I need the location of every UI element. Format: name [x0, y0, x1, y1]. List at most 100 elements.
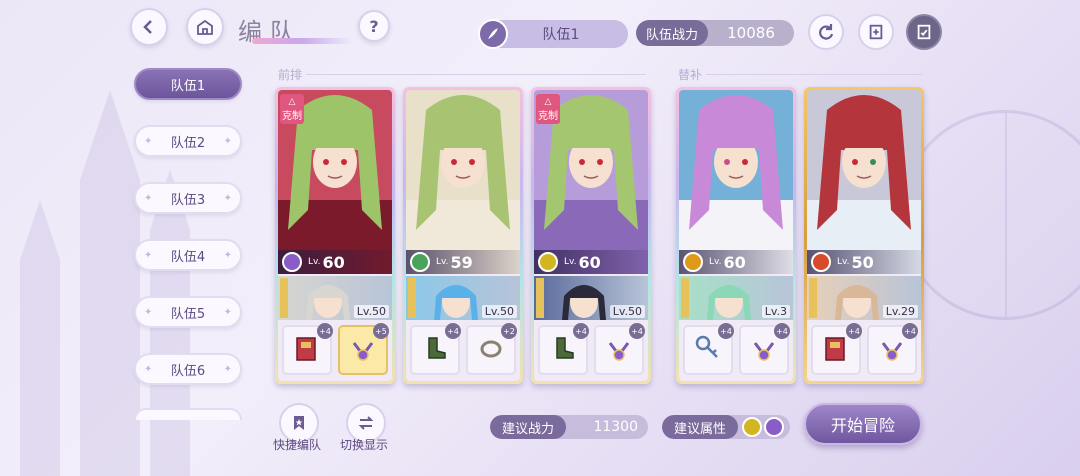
equipment-row: +4 +2 [410, 323, 517, 375]
boot-icon [420, 333, 450, 367]
sparkle-icon: ✦ [223, 192, 232, 204]
sparkle-icon: ✦ [223, 249, 232, 261]
sparkle-icon: ✦ [144, 306, 153, 318]
counter-tag: △ 克制 [536, 94, 560, 124]
tab-team-5[interactable]: ✦ 队伍5 ✦ [134, 296, 242, 328]
tab-team-4[interactable]: ✦ 队伍4 ✦ [134, 239, 242, 271]
enhance-badge: +4 [846, 323, 862, 339]
card-body: Lv. 50 Lv.29 +4 +4 [807, 90, 921, 381]
character-level: 60 [723, 252, 746, 272]
back-button[interactable] [130, 8, 168, 46]
add-team-button[interactable] [858, 14, 894, 50]
team-power-label: 队伍战力 [636, 20, 709, 46]
support-row-label: 替补 [678, 68, 703, 82]
enhance-badge: +5 [373, 323, 389, 339]
level-row: Lv. 59 [406, 250, 520, 274]
character-card[interactable]: △ 克制 Lv. 60 Lv.50 +4 [275, 87, 395, 384]
companion-level: Lv.3 [761, 305, 790, 318]
enhance-badge: +2 [501, 323, 517, 339]
enhance-badge: +4 [774, 323, 790, 339]
level-row: Lv. 60 [278, 250, 392, 274]
team-power-value: 10086 [727, 24, 775, 42]
companion-level: Lv.50 [353, 305, 389, 318]
equipment-slot-1[interactable]: +4 [683, 323, 734, 375]
back-icon [143, 20, 152, 34]
help-button[interactable]: ? [358, 10, 390, 42]
home-button[interactable] [186, 8, 224, 46]
equipment-slot-2[interactable]: +4 [594, 323, 645, 375]
triangle-icon: △ [544, 97, 552, 107]
triangle-icon: △ [288, 97, 296, 107]
level-prefix: Lv. [837, 257, 850, 267]
dark-element-icon [764, 417, 785, 437]
sparkle-icon: ✦ [223, 135, 232, 147]
front-row-divider [306, 74, 646, 75]
equipment-slot-2[interactable]: +5 [338, 323, 389, 375]
character-level: 60 [322, 252, 345, 272]
support-companion[interactable]: Lv.3 [679, 276, 793, 320]
team-power: 队伍战力 10086 [636, 20, 794, 46]
amulet-icon [348, 333, 378, 367]
start-adventure-button[interactable]: 开始冒险 [804, 403, 922, 445]
support-companion[interactable]: Lv.50 [406, 276, 520, 320]
equipment-slot-1[interactable]: +4 [538, 323, 589, 375]
current-team-selector[interactable]: 队伍1 [478, 19, 628, 49]
suggested-power-label: 建议战力 [490, 415, 567, 439]
sparkle-icon: ✦ [223, 306, 232, 318]
tab-label: 队伍4 [170, 249, 206, 265]
equipment-slot-2[interactable]: +4 [739, 323, 790, 375]
character-card[interactable]: Lv. 50 Lv.29 +4 +4 [804, 87, 924, 384]
sparkle-icon: ✦ [144, 135, 153, 147]
tab-label: 队伍2 [170, 135, 206, 151]
tab-label: 队伍1 [170, 78, 206, 94]
equipment-row: +4 +5 [282, 323, 389, 375]
equipment-slot-2[interactable]: +2 [466, 323, 517, 375]
swap-arrows-icon [358, 416, 374, 430]
level-row: Lv. 60 [679, 250, 793, 274]
quick-team-label: 快捷编队 [273, 438, 322, 452]
key-icon [693, 333, 723, 367]
equipment-row: +4 +4 [683, 323, 790, 375]
equipment-slot-1[interactable]: +4 [811, 323, 862, 375]
tab-team-3[interactable]: ✦ 队伍3 ✦ [134, 182, 242, 214]
level-prefix: Lv. [308, 257, 321, 267]
equipment-slot-1[interactable]: +4 [282, 323, 333, 375]
light-element-icon [742, 417, 763, 437]
support-companion[interactable]: Lv.50 [534, 276, 648, 320]
book-icon [821, 333, 851, 367]
support-companion[interactable]: Lv.29 [807, 276, 921, 320]
equipment-slot-1[interactable]: +4 [410, 323, 461, 375]
character-card[interactable]: Lv. 59 Lv.50 +4 +2 [403, 87, 523, 384]
enhance-badge: +4 [629, 323, 645, 339]
tab-team-2[interactable]: ✦ 队伍2 ✦ [134, 125, 242, 157]
level-prefix: Lv. [709, 257, 722, 267]
character-card[interactable]: △ 克制 Lv. 60 Lv.50 +4 [531, 87, 651, 384]
ring-icon [476, 333, 506, 367]
character-portrait [679, 90, 793, 274]
level-row: Lv. 50 [807, 250, 921, 274]
character-level: 60 [578, 252, 601, 272]
refresh-button[interactable] [808, 14, 844, 50]
counter-tag-label: 克制 [538, 111, 558, 122]
sparkle-icon: ✦ [223, 363, 232, 375]
sparkle-icon: ✦ [144, 192, 153, 204]
title-decoration [252, 38, 352, 44]
tab-team-6[interactable]: ✦ 队伍6 ✦ [134, 353, 242, 385]
checklist-button[interactable] [906, 14, 942, 50]
support-companion[interactable]: Lv.50 [278, 276, 392, 320]
current-team-label: 队伍1 [542, 27, 580, 43]
boot-icon [548, 333, 578, 367]
level-prefix: Lv. [436, 257, 449, 267]
tab-team-7-partial[interactable] [134, 408, 242, 420]
support-row-divider [706, 74, 922, 75]
enhance-badge: +4 [317, 323, 333, 339]
tab-team-1[interactable]: 队伍1 [134, 68, 242, 100]
feather-icon [478, 19, 508, 49]
equipment-slot-2[interactable]: +4 [867, 323, 918, 375]
question-icon: ? [369, 16, 379, 36]
amulet-icon [877, 333, 907, 367]
companion-level: Lv.50 [481, 305, 517, 318]
amulet-icon [604, 333, 634, 367]
character-card[interactable]: Lv. 60 Lv.3 +4 +4 [676, 87, 796, 384]
element-icon [683, 252, 703, 272]
